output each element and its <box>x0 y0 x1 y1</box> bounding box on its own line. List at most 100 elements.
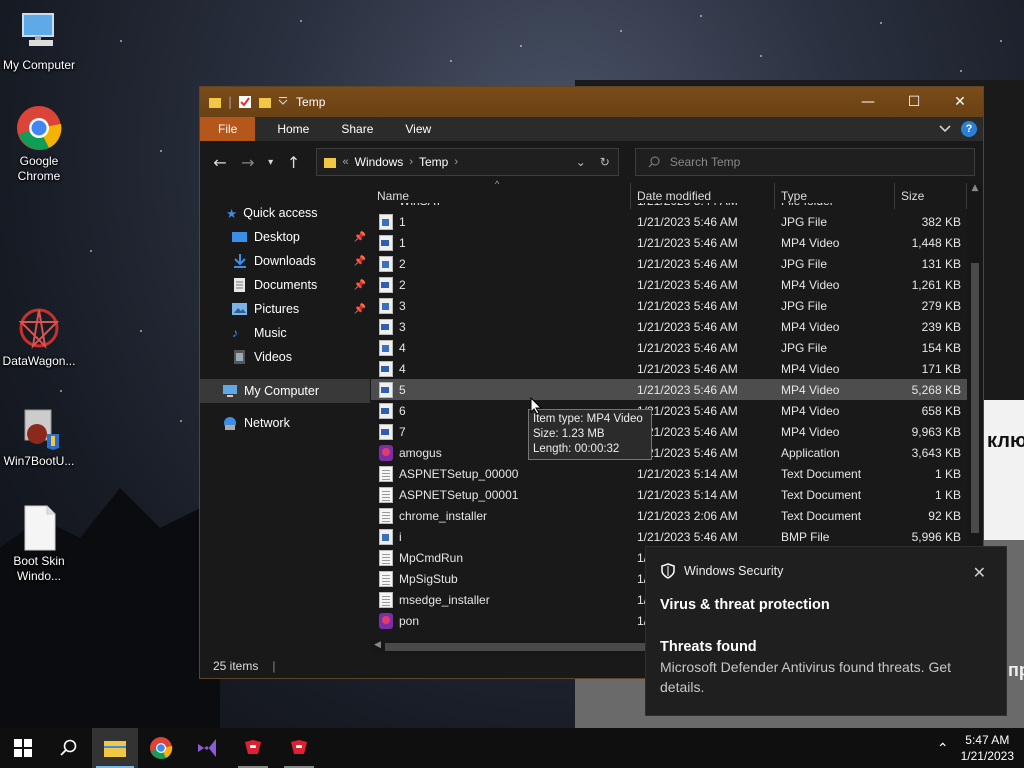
nav-item-downloads[interactable]: Downloads 📌 <box>200 249 370 273</box>
maximize-button[interactable]: ☐ <box>891 87 937 117</box>
file-row[interactable]: 2 1/21/2023 5:46 AM JPG File 131 KB <box>371 253 967 274</box>
file-type: MP4 Video <box>781 361 840 376</box>
back-arrow-icon[interactable]: ← <box>208 150 232 174</box>
desktop-icon-boot-skin[interactable]: Boot Skin Windo... <box>0 504 78 584</box>
security-notification[interactable]: Windows Security ✕ Virus & threat protec… <box>645 546 1007 716</box>
tab-file[interactable]: File <box>200 117 256 141</box>
file-size: 279 KB <box>921 298 961 313</box>
properties-icon[interactable] <box>238 95 252 109</box>
txt-file-icon <box>379 507 393 524</box>
file-row[interactable]: WinSAT 1/21/2023 5:44 AMFile folder <box>371 203 967 211</box>
tab-view[interactable]: View <box>389 117 447 141</box>
address-dropdown-icon[interactable]: ⌄ <box>576 155 586 169</box>
vid-file-icon <box>379 234 393 251</box>
desktop-icon-win7bootupdater[interactable]: Win7BootU... <box>0 404 78 469</box>
file-row[interactable]: 1 1/21/2023 5:46 AM MP4 Video 1,448 KB <box>371 232 967 253</box>
recent-locations-chevron-icon[interactable]: ▾ <box>264 150 278 174</box>
scroll-up-icon[interactable]: ▲ <box>967 183 983 193</box>
taskbar-visual-studio[interactable] <box>184 728 230 768</box>
title-bar[interactable]: | Temp — ☐ ✕ <box>200 87 983 117</box>
file-name: 2 <box>399 256 406 271</box>
tab-share[interactable]: Share <box>325 117 389 141</box>
window-title: Temp <box>296 95 326 109</box>
file-tooltip: Item type: MP4 Video Size: 1.23 MB Lengt… <box>528 409 652 460</box>
scrollbar-thumb[interactable] <box>385 643 645 651</box>
file-row[interactable]: 1 1/21/2023 5:46 AM JPG File 382 KB <box>371 211 967 232</box>
nav-item-videos[interactable]: Videos <box>200 345 370 369</box>
pin-icon[interactable]: 📌 <box>354 232 366 243</box>
breadcrumb-windows[interactable]: Windows <box>355 155 404 169</box>
breadcrumb-temp[interactable]: Temp <box>419 155 448 169</box>
file-row[interactable]: 2 1/21/2023 5:46 AM MP4 Video 1,261 KB <box>371 274 967 295</box>
file-row[interactable]: ASPNETSetup_00000 1/21/2023 5:14 AM Text D… <box>371 463 967 484</box>
desktop-icon-google-chrome[interactable]: Google Chrome <box>0 104 78 184</box>
img-file-icon <box>379 297 393 314</box>
nav-item-music[interactable]: ♪ Music <box>200 321 370 345</box>
search-input[interactable]: Search Temp <box>634 148 975 176</box>
new-folder-icon[interactable] <box>258 95 272 109</box>
chevron-up-icon[interactable]: ⌃ <box>937 740 949 757</box>
expand-ribbon-icon[interactable] <box>939 124 951 134</box>
chevron-down-icon[interactable] <box>278 95 288 109</box>
file-size: 3,643 KB <box>911 445 961 460</box>
nav-item-my-computer[interactable]: My Computer <box>200 379 370 403</box>
file-row[interactable]: 3 1/21/2023 5:46 AM MP4 Video 239 KB <box>371 316 967 337</box>
search-icon <box>60 739 77 756</box>
nav-item-documents[interactable]: Documents 📌 <box>200 273 370 297</box>
breadcrumb-separator-icon[interactable]: › <box>454 156 458 168</box>
file-row[interactable]: 3 1/21/2023 5:46 AM JPG File 279 KB <box>371 295 967 316</box>
navigation-pane: ★ Quick access Desktop 📌 Downloads 📌 Doc… <box>200 183 370 654</box>
pin-icon[interactable]: 📌 <box>354 304 366 315</box>
pin-icon[interactable]: 📌 <box>354 280 366 291</box>
mouse-cursor-icon <box>530 397 542 415</box>
tab-home[interactable]: Home <box>261 117 325 141</box>
scroll-left-icon[interactable]: ◀ <box>374 640 381 650</box>
up-arrow-icon[interactable]: ↑ <box>282 150 306 174</box>
taskbar-app-2[interactable] <box>276 728 322 768</box>
file-size: 1,448 KB <box>911 235 961 250</box>
close-icon[interactable]: ✕ <box>973 563 986 583</box>
nav-item-network[interactable]: Network <box>200 411 370 435</box>
start-button[interactable] <box>0 728 46 768</box>
file-name: 3 <box>399 319 406 334</box>
minimize-button[interactable]: — <box>845 87 891 117</box>
taskbar-chrome[interactable] <box>138 728 184 768</box>
file-row[interactable]: 4 1/21/2023 5:46 AM JPG File 154 KB <box>371 337 967 358</box>
file-row[interactable]: 4 1/21/2023 5:46 AM MP4 Video 171 KB <box>371 358 967 379</box>
search-button[interactable] <box>46 728 92 768</box>
file-name-cell: 3 <box>371 297 631 314</box>
file-row[interactable]: chrome_installer 1/21/2023 2:06 AM Text Do… <box>371 505 967 526</box>
nav-item-label: Pictures <box>254 302 300 316</box>
file-row[interactable]: ASPNETSetup_00001 1/21/2023 5:14 AM Text D… <box>371 484 967 505</box>
nav-item-desktop[interactable]: Desktop 📌 <box>200 225 370 249</box>
address-bar[interactable]: « Windows › Temp › ⌄ ↻ <box>315 148 619 176</box>
nav-item-quick-access[interactable]: ★ Quick access <box>200 201 370 225</box>
scrollbar-thumb[interactable] <box>971 263 979 533</box>
desktop-icon-datawagon[interactable]: DataWagon... <box>0 304 78 369</box>
file-row[interactable]: amogus 1/21/2023 5:46 AM Application 3,643 … <box>371 442 967 463</box>
help-icon[interactable]: ? <box>961 121 977 137</box>
pin-icon[interactable]: 📌 <box>354 256 366 267</box>
file-row[interactable]: 5 1/21/2023 5:46 AM MP4 Video 5,268 KB <box>371 379 967 400</box>
refresh-icon[interactable]: ↻ <box>600 155 610 169</box>
close-button[interactable]: ✕ <box>937 87 983 117</box>
status-separator: | <box>272 659 276 673</box>
breadcrumb-overflow[interactable]: « <box>343 156 349 168</box>
desktop-icon-my-computer[interactable]: My Computer <box>0 8 78 73</box>
file-row[interactable]: i 1/21/2023 5:46 AM BMP File 5,996 KB <box>371 526 967 547</box>
taskbar-app-1[interactable] <box>230 728 276 768</box>
nav-item-pictures[interactable]: Pictures 📌 <box>200 297 370 321</box>
taskbar-file-explorer[interactable] <box>92 728 138 768</box>
background-partial-text: пр <box>1008 660 1024 680</box>
file-row[interactable]: 7 1/21/2023 5:46 AM MP4 Video 9,963 KB <box>371 421 967 442</box>
file-size: 1 KB <box>934 466 961 481</box>
nav-item-label: Music <box>254 326 287 340</box>
file-size: 131 KB <box>921 256 961 271</box>
file-row[interactable]: 6 1/21/2023 5:46 AM MP4 Video 658 KB <box>371 400 967 421</box>
desktop-icon-label: DataWagon... <box>2 354 76 368</box>
file-name: 1 <box>399 235 406 250</box>
breadcrumb-separator-icon[interactable]: › <box>409 156 413 168</box>
clock[interactable]: 5:47 AM 1/21/2023 <box>961 732 1014 764</box>
navigation-bar: ← → ▾ ↑ « Windows › Temp › ⌄ ↻ Search Te… <box>200 141 983 183</box>
forward-arrow-icon[interactable]: → <box>236 150 260 174</box>
